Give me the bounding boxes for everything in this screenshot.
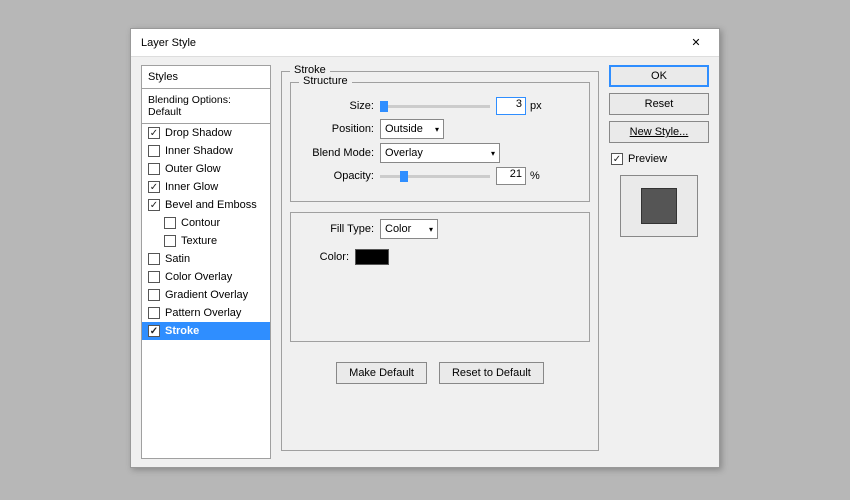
- style-item-label: Contour: [181, 217, 220, 229]
- titlebar: Layer Style ✕: [131, 29, 719, 57]
- color-row: Color:: [299, 249, 581, 265]
- style-item-label: Outer Glow: [165, 163, 221, 175]
- checkbox[interactable]: [148, 307, 160, 319]
- color-label: Color:: [299, 251, 349, 263]
- checkbox[interactable]: [148, 145, 160, 157]
- style-item-label: Drop Shadow: [165, 127, 232, 139]
- checkbox[interactable]: ✓: [148, 199, 160, 211]
- style-item-label: Inner Shadow: [165, 145, 233, 157]
- position-row: Position: Outside ▾: [299, 119, 581, 139]
- position-select[interactable]: Outside ▾: [380, 119, 444, 139]
- blend-mode-label: Blend Mode:: [299, 147, 374, 159]
- style-item-label: Bevel and Emboss: [165, 199, 257, 211]
- default-buttons-row: Make Default Reset to Default: [290, 362, 590, 384]
- preview-label: Preview: [628, 153, 667, 165]
- right-column: OK Reset New Style... ✓ Preview: [609, 65, 709, 459]
- structure-group: Structure Size: 3 px Position: Outside▾: [290, 82, 590, 202]
- preview-box: [620, 175, 698, 237]
- size-input[interactable]: 3: [496, 97, 526, 115]
- fill-type-row: Fill Type: Color ▾: [299, 219, 581, 239]
- checkbox[interactable]: [164, 217, 176, 229]
- opacity-row: Opacity: 21 %: [299, 167, 581, 185]
- checkbox[interactable]: ✓: [148, 127, 160, 139]
- ok-button[interactable]: OK: [609, 65, 709, 87]
- layer-style-dialog: Layer Style ✕ Styles Blending Options: D…: [130, 28, 720, 468]
- opacity-unit: %: [530, 170, 540, 182]
- fill-group: Fill Type: Color ▾ Color:: [290, 212, 590, 342]
- style-item-inner-shadow[interactable]: Inner Shadow: [142, 142, 270, 160]
- checkbox[interactable]: [148, 289, 160, 301]
- blending-options-row[interactable]: Blending Options: Default: [142, 89, 270, 124]
- style-item-label: Satin: [165, 253, 190, 265]
- dialog-body: Styles Blending Options: Default ✓ Drop S…: [131, 57, 719, 467]
- size-label: Size:: [299, 100, 374, 112]
- opacity-label: Opacity:: [299, 170, 374, 182]
- blend-mode-value: Overlay: [385, 147, 423, 159]
- window-title: Layer Style: [141, 37, 196, 49]
- preview-checkbox-row[interactable]: ✓ Preview: [609, 149, 709, 169]
- style-item-label: Pattern Overlay: [165, 307, 241, 319]
- style-item-gradient-overlay[interactable]: Gradient Overlay: [142, 286, 270, 304]
- color-swatch[interactable]: [355, 249, 389, 265]
- stroke-settings: Stroke Structure Size: 3 px Position: Ou…: [281, 65, 599, 459]
- style-item-label: Texture: [181, 235, 217, 247]
- opacity-input[interactable]: 21: [496, 167, 526, 185]
- close-button[interactable]: ✕: [679, 32, 713, 54]
- checkbox[interactable]: [148, 253, 160, 265]
- style-item-drop-shadow[interactable]: ✓ Drop Shadow: [142, 124, 270, 142]
- checkbox[interactable]: [148, 163, 160, 175]
- style-item-contour[interactable]: Contour: [142, 214, 270, 232]
- structure-title: Structure: [299, 75, 352, 87]
- close-icon: ✕: [691, 36, 700, 49]
- styles-panel: Styles Blending Options: Default ✓ Drop S…: [141, 65, 271, 459]
- style-item-label: Inner Glow: [165, 181, 218, 193]
- new-style-button[interactable]: New Style...: [609, 121, 709, 143]
- opacity-slider[interactable]: [380, 175, 490, 178]
- chevron-down-icon: ▾: [429, 225, 433, 234]
- style-item-outer-glow[interactable]: Outer Glow: [142, 160, 270, 178]
- preview-swatch: [641, 188, 677, 224]
- chevron-down-icon: ▾: [435, 125, 439, 134]
- fill-type-label: Fill Type:: [299, 223, 374, 235]
- position-value: Outside: [385, 123, 423, 135]
- style-item-bevel-and-emboss[interactable]: ✓ Bevel and Emboss: [142, 196, 270, 214]
- fill-type-select[interactable]: Color ▾: [380, 219, 438, 239]
- size-row: Size: 3 px: [299, 97, 581, 115]
- blend-mode-row: Blend Mode: Overlay ▾: [299, 143, 581, 163]
- style-item-label: Stroke: [165, 325, 199, 337]
- reset-to-default-button[interactable]: Reset to Default: [439, 362, 544, 384]
- size-slider[interactable]: [380, 105, 490, 108]
- style-item-stroke[interactable]: ✓ Stroke: [142, 322, 270, 340]
- reset-button[interactable]: Reset: [609, 93, 709, 115]
- preview-checkbox[interactable]: ✓: [611, 153, 623, 165]
- style-item-color-overlay[interactable]: Color Overlay: [142, 268, 270, 286]
- style-item-inner-glow[interactable]: ✓ Inner Glow: [142, 178, 270, 196]
- style-item-label: Gradient Overlay: [165, 289, 248, 301]
- checkbox[interactable]: ✓: [148, 181, 160, 193]
- style-item-satin[interactable]: Satin: [142, 250, 270, 268]
- checkbox[interactable]: [148, 271, 160, 283]
- chevron-down-icon: ▾: [491, 149, 495, 158]
- position-label: Position:: [299, 123, 374, 135]
- checkbox[interactable]: ✓: [148, 325, 160, 337]
- stroke-group: Stroke Structure Size: 3 px Position: Ou…: [281, 71, 599, 451]
- style-item-texture[interactable]: Texture: [142, 232, 270, 250]
- style-item-label: Color Overlay: [165, 271, 232, 283]
- make-default-button[interactable]: Make Default: [336, 362, 427, 384]
- checkbox[interactable]: [164, 235, 176, 247]
- size-unit: px: [530, 100, 542, 112]
- style-item-pattern-overlay[interactable]: Pattern Overlay: [142, 304, 270, 322]
- fill-type-value: Color: [385, 223, 411, 235]
- styles-header[interactable]: Styles: [142, 66, 270, 89]
- blend-mode-select[interactable]: Overlay ▾: [380, 143, 500, 163]
